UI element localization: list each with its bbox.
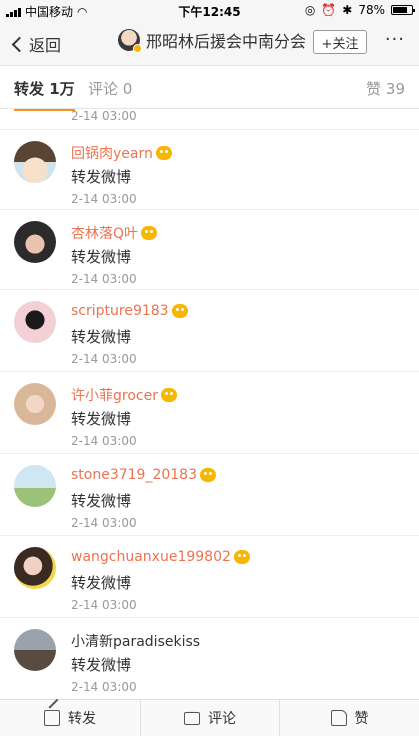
timestamp: 2-14 03:00 [71, 192, 137, 206]
back-label: 返回 [29, 36, 62, 55]
list-item[interactable]: 许小菲grocer 转发微博 2-14 03:00 [0, 371, 419, 451]
tab-comment[interactable]: 评论 0 [88, 78, 132, 99]
verified-icon [133, 44, 142, 53]
comment-icon [184, 708, 200, 725]
tab-bar: 转发 1万 评论 0 赞 39 [0, 66, 419, 111]
username: stone3719_20183 [71, 467, 197, 483]
list-item[interactable]: 回锅肉yearn 转发微博 2-14 03:00 [0, 129, 419, 209]
alarm-icon: ⏰ [321, 3, 337, 17]
vip-badge-icon [155, 146, 172, 160]
comment-label: 评论 [208, 711, 236, 727]
timestamp: 2-14 03:00 [71, 680, 137, 694]
page-title: 邢昭林后援会中南分会 [118, 28, 307, 53]
tab-like[interactable]: 赞 39 [366, 78, 405, 99]
repost-text: 转发微博 [71, 656, 132, 674]
more-button[interactable]: ··· [385, 31, 405, 49]
username: wangchuanxue199802 [71, 549, 231, 565]
nav-bar: 返回 邢昭林后援会中南分会 +关注 ··· [0, 20, 419, 66]
username-link[interactable]: 小清新paradisekiss [71, 631, 200, 651]
list-item[interactable]: wangchuanxue199802 转发微博 2-14 03:00 [0, 535, 419, 615]
bottom-action-bar: 转发 评论 赞 [0, 699, 419, 736]
timestamp: 2-14 03:00 [71, 516, 137, 530]
vip-badge-icon [233, 550, 250, 564]
repost-button[interactable]: 转发 [0, 700, 140, 736]
avatar[interactable] [14, 383, 56, 425]
avatar [118, 29, 142, 53]
like-label: 赞 [354, 711, 369, 727]
timestamp: 2-14 03:00 [71, 434, 137, 448]
avatar[interactable] [14, 141, 56, 183]
username-link[interactable]: 杏林落Q叶 [71, 223, 158, 243]
timestamp: 2-14 03:00 [71, 272, 137, 286]
page-title-text: 邢昭林后援会中南分会 [146, 32, 307, 51]
repost-text: 转发微博 [71, 410, 132, 428]
avatar[interactable] [14, 465, 56, 507]
status-bar: 中国移动 ◠ 下午12:45 ◎ ⏰ ✱ 78% [0, 0, 419, 20]
lock-rotation-icon: ◎ [304, 3, 316, 17]
repost-text: 转发微博 [71, 168, 132, 186]
username: 回锅肉yearn [71, 146, 153, 162]
list-item[interactable]: 杏林落Q叶 转发微博 2-14 03:00 [0, 209, 419, 289]
back-button[interactable]: 返回 [10, 32, 61, 56]
repost-text: 转发微博 [71, 574, 132, 592]
vip-badge-icon [171, 304, 188, 318]
list-item[interactable]: 小清新paradisekiss 转发微博 2-14 03:00 [0, 617, 419, 697]
partial-item-time: 2-14 03:00 [71, 109, 137, 123]
vip-badge-icon [200, 468, 216, 482]
tab-repost[interactable]: 转发 1万 [14, 78, 75, 111]
username: 杏林落Q叶 [71, 226, 139, 242]
repost-label: 转发 [68, 711, 96, 727]
username: scripture9183 [71, 303, 169, 319]
username-link[interactable]: 回锅肉yearn [71, 143, 172, 163]
timestamp: 2-14 03:00 [71, 598, 137, 612]
username-link[interactable]: stone3719_20183 [71, 467, 216, 483]
bluetooth-icon: ✱ [342, 3, 353, 17]
avatar[interactable] [14, 629, 56, 671]
repost-list[interactable]: 2-14 03:00 回锅肉yearn 转发微博 2-14 03:00 杏林落Q… [0, 109, 419, 699]
list-item[interactable]: stone3719_20183 转发微博 2-14 03:00 [0, 453, 419, 533]
avatar[interactable] [14, 221, 56, 263]
username-link[interactable]: wangchuanxue199802 [71, 549, 250, 565]
like-button[interactable]: 赞 [280, 700, 419, 736]
follow-button[interactable]: +关注 [313, 30, 367, 54]
username: 小清新paradisekiss [71, 634, 201, 650]
username-link[interactable]: scripture9183 [71, 303, 188, 319]
avatar[interactable] [14, 547, 56, 589]
timestamp: 2-14 03:00 [71, 352, 137, 366]
repost-text: 转发微博 [71, 492, 132, 510]
chevron-left-icon [11, 36, 28, 52]
list-item[interactable]: scripture9183 转发微博 2-14 03:00 [0, 289, 419, 369]
vip-badge-icon [141, 226, 158, 240]
battery-percent: 78% [358, 3, 385, 17]
username-link[interactable]: 许小菲grocer [71, 385, 177, 405]
thumbs-up-icon [330, 710, 347, 726]
repost-text: 转发微博 [71, 328, 132, 346]
vip-badge-icon [160, 388, 177, 402]
username: 许小菲grocer [71, 388, 158, 404]
battery-icon [391, 5, 415, 15]
comment-button[interactable]: 评论 [140, 700, 280, 736]
avatar[interactable] [14, 301, 56, 343]
status-icons: ◎ ⏰ ✱ 78% [304, 3, 415, 17]
repost-text: 转发微博 [71, 248, 132, 266]
share-icon [44, 710, 60, 726]
